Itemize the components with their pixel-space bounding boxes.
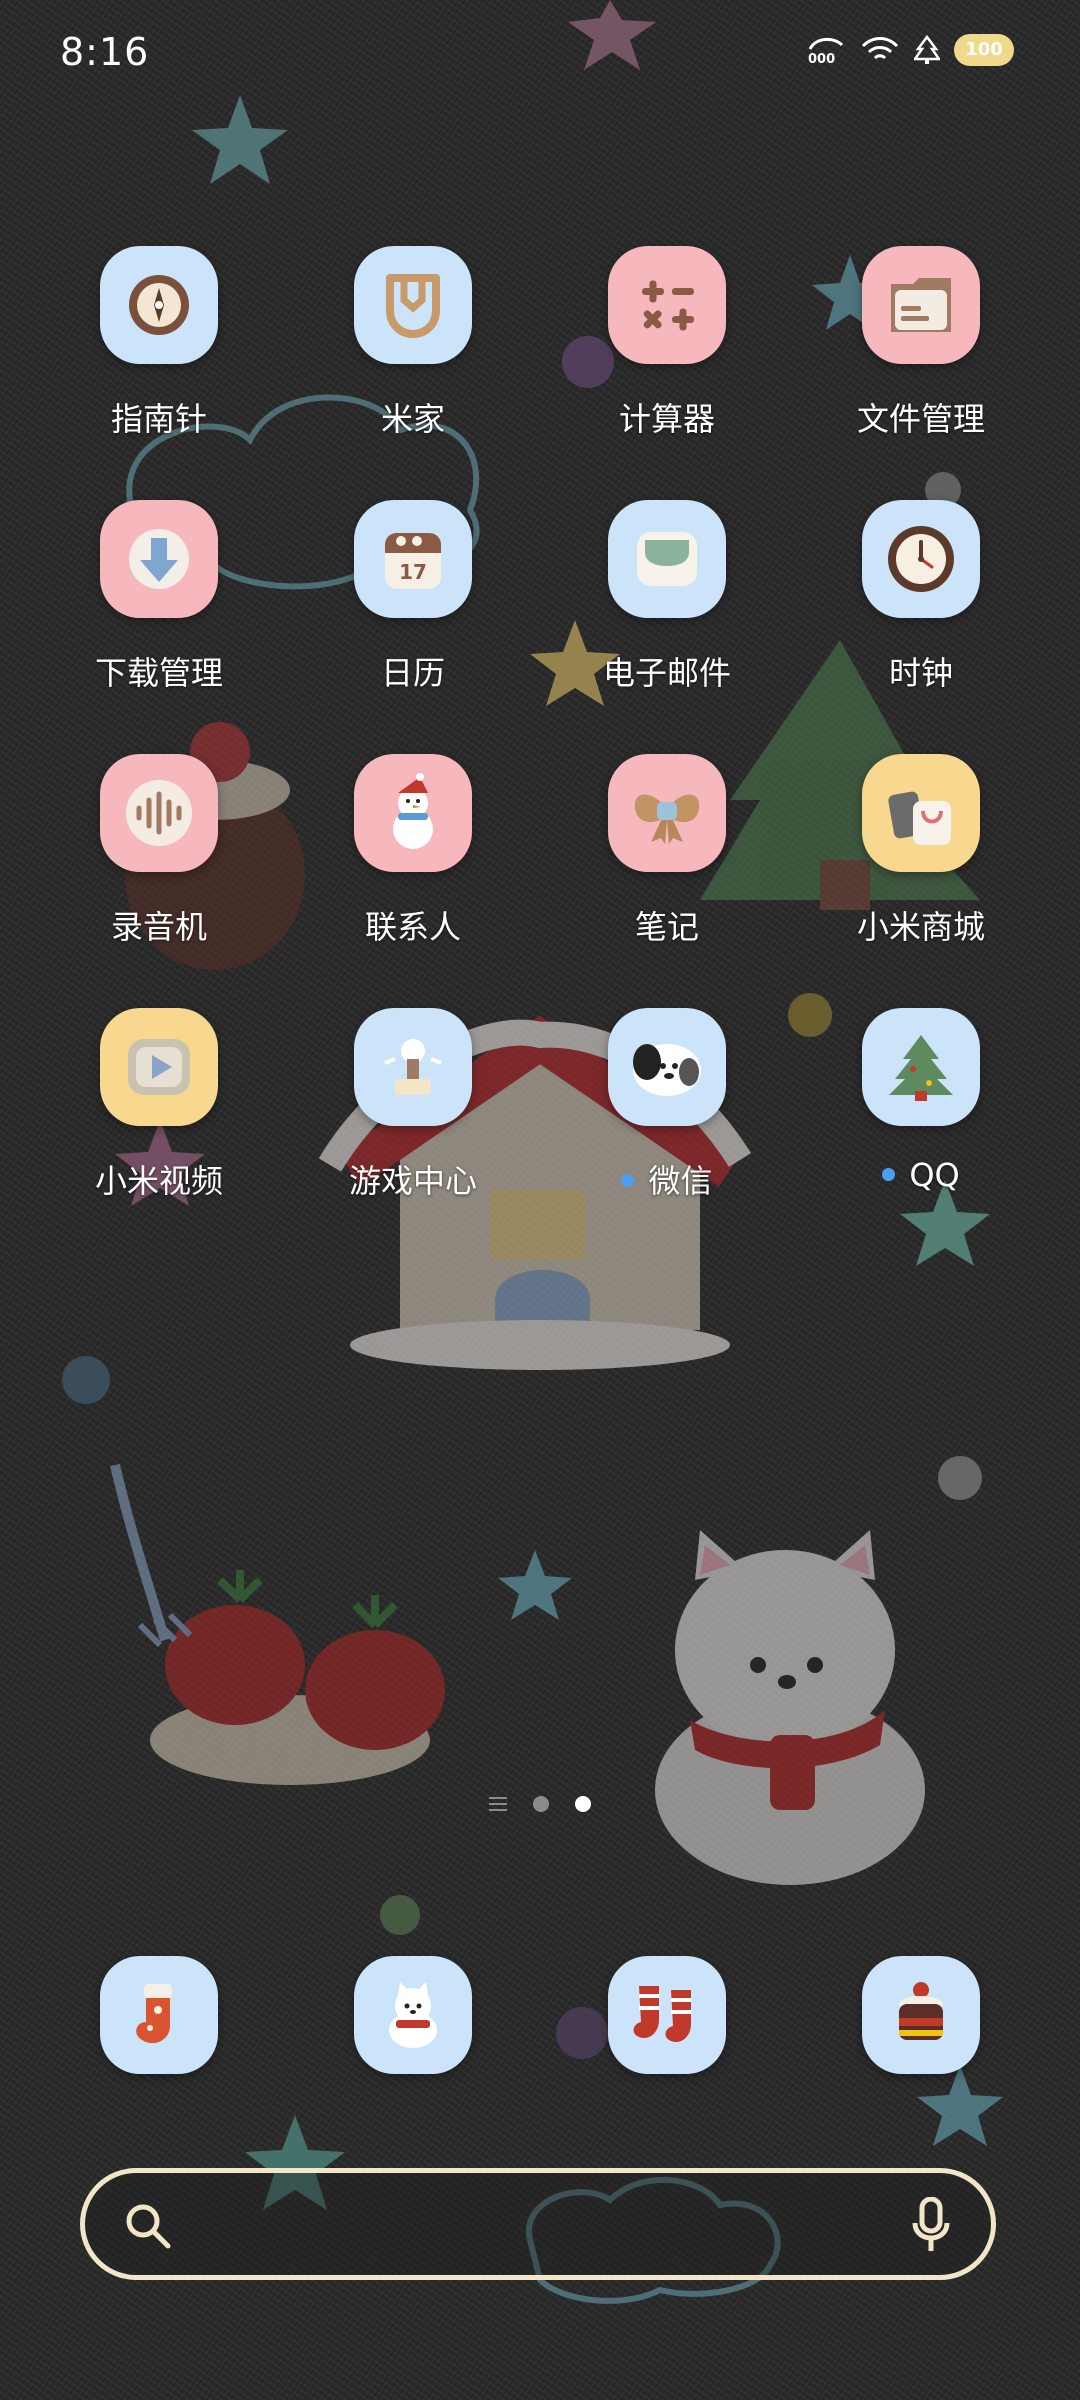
search-bar[interactable] — [80, 2168, 996, 2280]
new-badge-dot — [882, 1167, 896, 1181]
app-clock[interactable]: 时钟 — [794, 500, 1048, 700]
tree-status-icon — [914, 35, 940, 64]
page-dot-active[interactable] — [575, 1796, 591, 1812]
app-download-manager[interactable]: 下载管理 — [32, 500, 286, 700]
wechat-dog-icon — [608, 1008, 726, 1126]
clock-icon — [862, 500, 980, 618]
search-input[interactable] — [185, 2173, 889, 2277]
app-label: 笔记 — [634, 908, 699, 946]
app-mijia[interactable]: 米家 — [286, 246, 540, 446]
shopping-bag-icon — [862, 754, 980, 872]
app-wechat[interactable]: 微信 — [540, 1008, 794, 1208]
microphone-icon[interactable] — [911, 2197, 951, 2253]
folder-icon — [862, 246, 980, 364]
app-label: 微信 — [540, 1156, 794, 1202]
socks-icon — [633, 1986, 691, 2043]
calculator-icon — [608, 246, 726, 364]
app-label: 联系人 — [364, 908, 461, 946]
app-label: 日历 — [380, 654, 445, 692]
notes-icon — [608, 754, 726, 872]
calendar-date: 17 — [399, 560, 427, 584]
app-mi-video[interactable]: 小米视频 — [32, 1008, 286, 1208]
app-label: 游戏中心 — [348, 1162, 477, 1200]
search-icon[interactable] — [123, 2201, 173, 2251]
calendar-icon: 17 — [354, 500, 472, 618]
video-play-icon — [100, 1008, 218, 1126]
app-label: 指南针 — [110, 400, 207, 438]
app-compass[interactable]: 指南针 — [32, 246, 286, 446]
status-icons: 000 100 — [806, 34, 1014, 66]
app-label: 小米商城 — [856, 908, 985, 946]
snowman-icon — [354, 754, 472, 872]
svg-text:000: 000 — [808, 52, 835, 65]
app-game-center[interactable]: 游戏中心 — [286, 1008, 540, 1208]
mijia-icon — [354, 246, 472, 364]
app-notes[interactable]: 笔记 — [540, 754, 794, 954]
recorder-icon — [100, 754, 218, 872]
new-badge-dot — [621, 1173, 635, 1187]
app-label: 时钟 — [888, 654, 953, 692]
status-bar: 8:16 000 100 — [0, 0, 1080, 110]
dock-app-cake[interactable] — [862, 1956, 980, 2074]
dock-app-socks[interactable] — [608, 1956, 726, 2074]
cake-icon — [899, 1982, 943, 2040]
game-center-icon — [354, 1008, 472, 1126]
page-dot[interactable] — [533, 1796, 549, 1812]
cellular-signal-icon: 000 — [808, 38, 844, 65]
app-calendar[interactable]: 17 日历 — [286, 500, 540, 700]
minus-one-screen-icon[interactable] — [489, 1797, 507, 1811]
dock-app-stocking[interactable] — [100, 1956, 218, 2074]
app-label: 计算器 — [618, 400, 715, 438]
page-indicator[interactable] — [0, 1796, 1080, 1812]
app-email[interactable]: 电子邮件 — [540, 500, 794, 700]
app-calculator[interactable]: 计算器 — [540, 246, 794, 446]
stocking-icon — [136, 1984, 172, 2044]
puppy-icon — [389, 1982, 437, 2048]
app-mi-store[interactable]: 小米商城 — [794, 754, 1048, 954]
app-label: 录音机 — [110, 908, 207, 946]
app-label: 下载管理 — [94, 654, 223, 692]
app-file-manager[interactable]: 文件管理 — [794, 246, 1048, 446]
download-icon — [100, 500, 218, 618]
app-contacts[interactable]: 联系人 — [286, 754, 540, 954]
app-label: 文件管理 — [856, 400, 985, 438]
status-time: 8:16 — [60, 30, 150, 74]
compass-icon — [100, 246, 218, 364]
wifi-icon — [861, 37, 899, 60]
app-qq[interactable]: QQ — [794, 1008, 1048, 1208]
dock-app-puppy[interactable] — [354, 1956, 472, 2074]
christmas-tree-icon — [862, 1008, 980, 1126]
app-label: 电子邮件 — [602, 654, 731, 692]
app-label: 米家 — [380, 400, 445, 438]
app-recorder[interactable]: 录音机 — [32, 754, 286, 954]
battery-indicator: 100 — [954, 34, 1014, 66]
app-label: QQ — [794, 1156, 1048, 1194]
app-label: 小米视频 — [94, 1162, 223, 1200]
mail-icon — [608, 500, 726, 618]
